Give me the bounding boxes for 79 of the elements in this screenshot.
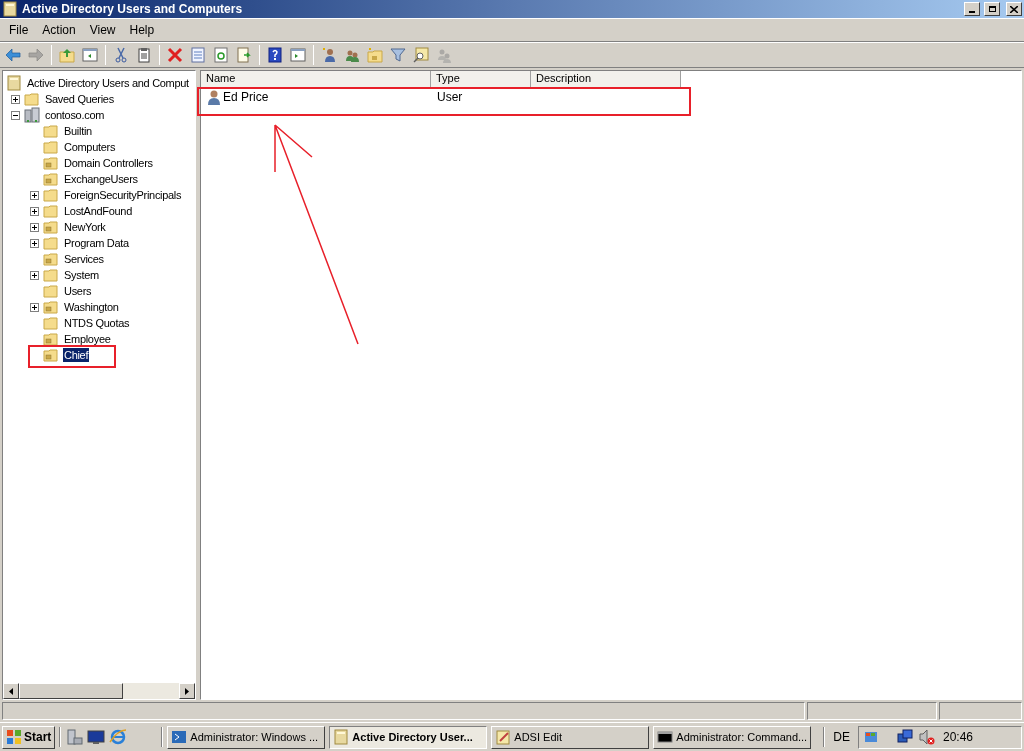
folder-icon (43, 267, 59, 283)
organizational-unit-icon (43, 347, 59, 363)
user-icon (207, 89, 221, 105)
folder-icon (43, 315, 59, 331)
menu-item[interactable]: View (82, 21, 123, 39)
folder-icon (43, 235, 59, 251)
pencil-note-icon (495, 729, 512, 745)
scroll-thumb[interactable] (19, 683, 123, 699)
taskbar-button[interactable]: ADSI Edit (491, 725, 650, 749)
command-prompt-icon (657, 729, 674, 745)
table-cell-text: Ed Price (223, 89, 269, 106)
console-icon (333, 729, 350, 745)
tree-item[interactable]: Computers (63, 140, 117, 154)
network-icon[interactable] (897, 729, 913, 745)
left-arrow-icon (9, 687, 13, 695)
close-button[interactable] (1006, 2, 1022, 16)
organizational-unit-icon (43, 331, 59, 347)
folder-icon (43, 203, 59, 219)
organizational-unit-icon (43, 171, 59, 187)
tree-item[interactable]: Program Data (63, 236, 130, 250)
organizational-unit-icon (43, 219, 59, 235)
expand-button[interactable] (30, 302, 39, 312)
domain-icon (24, 107, 40, 123)
horizontal-scrollbar[interactable] (3, 683, 195, 699)
tree-item[interactable]: contoso.com (44, 108, 106, 122)
organizational-unit-icon (43, 299, 59, 315)
expand-button[interactable] (30, 190, 39, 200)
taskbar-button[interactable]: Administrator: Command... (653, 725, 812, 749)
taskbar-button[interactable]: Administrator: Windows ... (167, 725, 326, 749)
tree-item[interactable]: Domain Controllers (63, 156, 154, 170)
tree-item[interactable]: Chief (63, 348, 90, 362)
collapse-button[interactable] (11, 110, 20, 120)
console-icon (2, 1, 18, 17)
table-cell-text: User (436, 89, 464, 106)
window-title: Active Directory Users and Computers (22, 1, 244, 18)
expand-button[interactable] (30, 270, 39, 280)
tree-item[interactable]: Active Directory Users and Comput (26, 76, 190, 90)
monitor-icon[interactable] (87, 728, 106, 746)
tree-item[interactable]: Employee (63, 332, 112, 346)
expand-button[interactable] (11, 94, 20, 104)
folder-icon (43, 283, 59, 299)
tree-item[interactable]: ExchangeUsers (63, 172, 139, 186)
folder-icon (43, 123, 59, 139)
tree-item[interactable]: NewYork (63, 220, 107, 234)
tree-item[interactable]: System (63, 268, 100, 282)
clock[interactable]: 20:46 (943, 728, 974, 746)
tree-item[interactable]: Washington (63, 300, 120, 314)
folder-icon (43, 139, 59, 155)
taskbar-button[interactable]: Active Directory User... (329, 725, 488, 749)
muted-speaker-icon[interactable] (919, 729, 935, 745)
expand-button[interactable] (30, 206, 39, 216)
menu-item[interactable]: Help (122, 21, 162, 39)
organizational-unit-icon (43, 251, 59, 267)
close-icon (1010, 5, 1018, 13)
folder-icon (43, 187, 59, 203)
menu-item[interactable]: File (2, 21, 36, 39)
scroll-left-button[interactable] (3, 683, 19, 699)
menu-item[interactable]: Action (35, 21, 83, 39)
folder-icon (24, 91, 40, 107)
console-icon (6, 75, 22, 91)
tree-item[interactable]: Users (63, 284, 93, 298)
restore-button[interactable] (984, 2, 1000, 16)
organizational-unit-icon (43, 155, 59, 171)
tree-item[interactable]: Saved Queries (44, 92, 115, 106)
expand-button[interactable] (30, 238, 39, 248)
right-arrow-icon (185, 687, 189, 695)
flag-icon[interactable] (863, 729, 879, 745)
minimize-button[interactable] (964, 2, 980, 16)
scroll-right-button[interactable] (179, 683, 195, 699)
tree-item[interactable]: NTDS Quotas (63, 316, 131, 330)
tree-item[interactable]: Builtin (63, 124, 93, 138)
tree-item[interactable]: Services (63, 252, 105, 266)
language-indicator[interactable]: DE (829, 728, 854, 746)
tree-item[interactable]: ForeignSecurityPrincipals (63, 188, 183, 202)
start-button[interactable]: Start (2, 725, 56, 749)
tree-item[interactable]: LostAndFound (63, 204, 133, 218)
terminal-icon (171, 729, 188, 745)
expand-button[interactable] (30, 222, 39, 232)
windows-logo-icon (6, 729, 22, 745)
